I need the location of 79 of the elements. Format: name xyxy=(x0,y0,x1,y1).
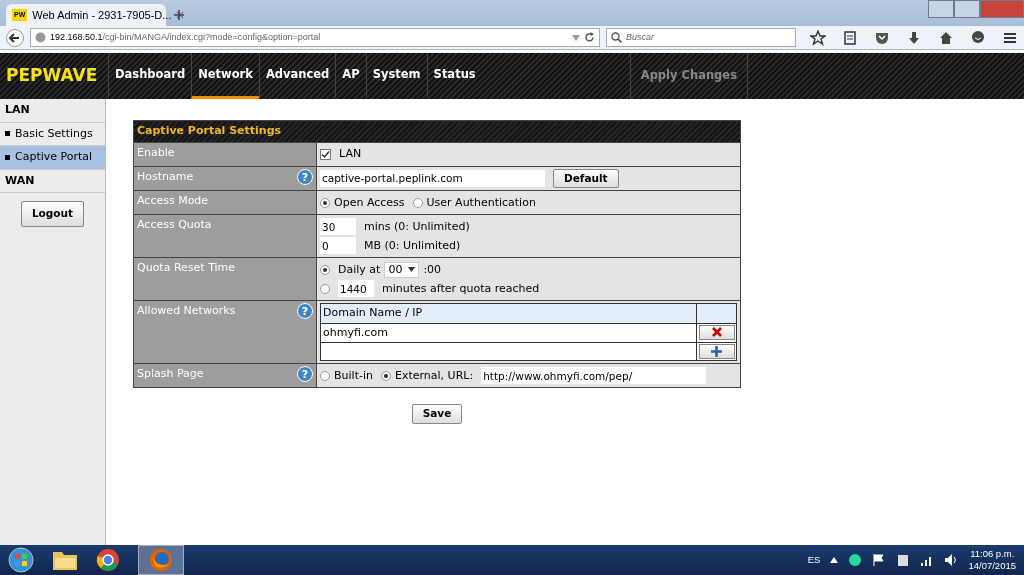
chat-icon[interactable] xyxy=(970,29,986,46)
maximize-button[interactable] xyxy=(954,0,980,18)
nav-tab[interactable]: System xyxy=(365,53,427,99)
field-label: Splash Page xyxy=(137,366,204,383)
address-bar[interactable]: 192.168.50.1/cgi-bin/MANGA/index.cgi?mode=config&option=portal xyxy=(30,28,600,47)
field-label: Access Quota xyxy=(137,217,212,234)
field-label: Quota Reset Time xyxy=(137,260,236,277)
firefox-icon[interactable] xyxy=(149,548,173,572)
radio-label: Open Access xyxy=(334,194,405,211)
nav-tab[interactable]: Network xyxy=(191,53,259,99)
flag-icon[interactable] xyxy=(872,553,887,567)
sidebar-heading: WAN xyxy=(0,169,105,193)
field-label: Hostname xyxy=(137,168,194,185)
add-icon xyxy=(711,346,722,358)
input-field[interactable]: 1440 xyxy=(338,280,374,298)
help-button[interactable]: ? xyxy=(297,168,313,185)
tab-title: Web Admin - 2931-7905-D... xyxy=(32,7,172,23)
logout-button[interactable]: Logout xyxy=(20,201,85,227)
clock-time[interactable]: 11:06 p.m. xyxy=(968,548,1016,560)
minimize-button[interactable] xyxy=(928,0,954,18)
nav-tab[interactable]: Advanced xyxy=(258,53,336,99)
logo: PEPWAVE xyxy=(5,64,99,88)
sidebar-heading: LAN xyxy=(0,99,105,123)
radio-button[interactable] xyxy=(380,370,391,381)
start-button[interactable] xyxy=(8,547,34,573)
default-button[interactable]: Default xyxy=(553,168,619,189)
dropdown-icon[interactable] xyxy=(572,34,580,41)
field-label: Access Mode xyxy=(137,193,209,210)
help-button[interactable]: ? xyxy=(297,366,313,383)
reload-icon[interactable] xyxy=(584,32,595,43)
nav-tab[interactable]: Dashboard xyxy=(108,53,192,99)
table-cell: ohmyfi.com xyxy=(320,323,697,343)
unit-label: mins (0: Unlimited) xyxy=(364,218,470,235)
delete-icon xyxy=(711,327,722,338)
section-header: Captive Portal Settings xyxy=(133,120,741,142)
star-icon[interactable] xyxy=(810,29,826,46)
hour-select[interactable]: 00 xyxy=(384,261,420,278)
nav-tab[interactable]: Status xyxy=(426,53,482,99)
checkbox[interactable] xyxy=(320,148,331,160)
browser-icon[interactable] xyxy=(96,548,120,572)
back-icon[interactable] xyxy=(6,28,24,47)
nav-tab[interactable]: AP xyxy=(335,53,366,99)
unit-label: MB (0: Unlimited) xyxy=(364,237,461,254)
download-icon[interactable] xyxy=(906,29,922,46)
save-button[interactable]: Save xyxy=(411,404,463,424)
radio-button[interactable] xyxy=(320,197,330,208)
input-field[interactable]: 0 xyxy=(320,237,356,255)
sidebar-item[interactable]: Captive Portal xyxy=(0,146,105,170)
radio-button[interactable] xyxy=(412,197,423,208)
radio-button[interactable] xyxy=(320,370,330,381)
time-suffix: :00 xyxy=(423,261,442,278)
folder-icon[interactable] xyxy=(52,549,78,571)
hostname-field[interactable]: captive-portal.peplink.com xyxy=(320,169,545,187)
radio-label: Daily at xyxy=(338,261,381,278)
field-label: Enable xyxy=(137,144,175,161)
column-header: Domain Name / IP xyxy=(320,303,697,324)
delete-button[interactable] xyxy=(698,324,735,340)
search-icon xyxy=(611,32,622,43)
url-field[interactable]: http://www.ohmyfi.com/pep/ xyxy=(481,367,707,385)
caret-icon[interactable] xyxy=(830,557,839,563)
input-field[interactable]: 30 xyxy=(320,218,356,236)
speaker-icon[interactable] xyxy=(944,553,959,567)
radio-button[interactable] xyxy=(320,283,330,294)
search-field[interactable]: Buscar xyxy=(606,28,796,47)
field-label: Allowed Networks xyxy=(137,303,236,320)
dropdown-icon xyxy=(408,267,416,273)
help-button[interactable]: ? xyxy=(297,303,313,320)
add-button[interactable] xyxy=(698,344,735,360)
unit-label: minutes after quota reached xyxy=(382,280,540,297)
radio-label: User Authentication xyxy=(426,194,536,211)
checkbox-label: LAN xyxy=(339,145,362,162)
radio-label: External, URL: xyxy=(394,367,474,384)
clock-date[interactable]: 14/07/2015 xyxy=(968,560,1016,572)
radio-label: Built-in xyxy=(334,367,373,384)
language-indicator[interactable]: ES xyxy=(807,552,821,568)
home-icon[interactable] xyxy=(938,29,954,46)
reading-list-icon[interactable] xyxy=(842,29,858,46)
url-text: 192.168.50.1/cgi-bin/MANGA/index.cgi?mode=config&option=portal xyxy=(50,30,322,44)
radio-button[interactable] xyxy=(320,264,330,275)
